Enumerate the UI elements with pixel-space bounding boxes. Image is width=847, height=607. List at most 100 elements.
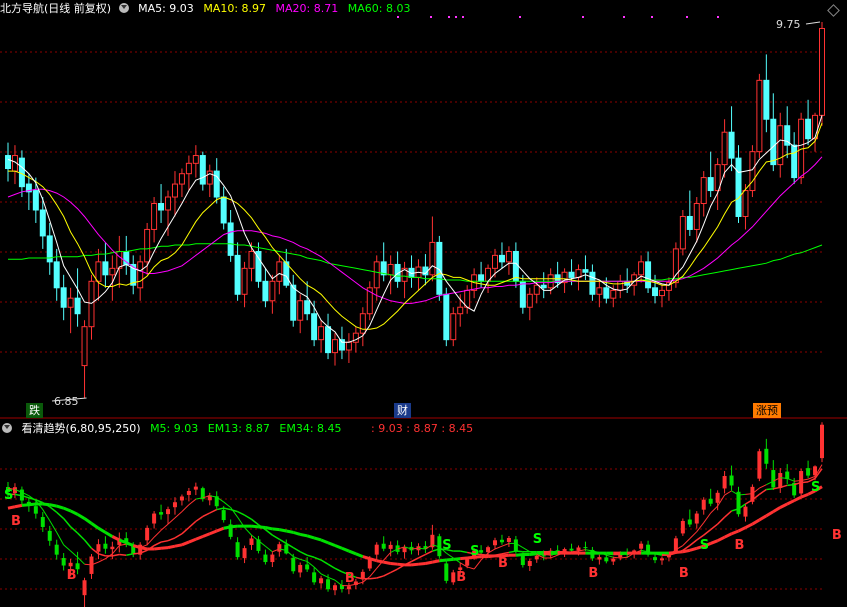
candle-up [206,170,213,185]
candle-down [39,209,46,237]
sub-candle-down [381,543,386,549]
candle-down [325,326,332,354]
em34-line [515,553,523,557]
em13-line [758,488,767,495]
buy-signal-1: B [67,568,77,583]
top-dot-3 [455,16,457,18]
sub-candle-down [40,517,45,527]
sub-candle-up [145,527,150,541]
sub-candle-down [604,557,609,562]
sub-candle-down [583,547,588,549]
price-chart[interactable] [0,0,847,419]
sub-candle-down [263,554,268,563]
em13-line [369,577,377,580]
em13-line [376,575,384,579]
candle-down [60,287,67,308]
m5-line [334,579,343,587]
buy-signal-8: B [832,528,842,543]
em13-line [390,568,398,574]
candle-up [429,241,436,276]
m5-line [620,556,628,559]
sub-candle-up [722,476,727,489]
sub-candle-up [820,424,824,459]
candle-up [617,280,624,291]
em34-line [21,503,30,507]
sub-candle-up [778,473,783,488]
sub-candle-up [242,548,247,559]
m5-line [738,493,746,496]
candle-up [505,250,512,263]
em34-line [216,526,225,533]
candle-up [276,261,283,282]
em13-line [620,553,628,556]
em34-line [689,546,698,552]
candle-up [67,297,74,308]
em34-line [487,554,496,559]
sub-candle-up [319,578,324,584]
em13-line [83,539,93,549]
ma10-line [8,122,823,330]
marker-rise-forecast[interactable]: 涨预 [753,403,781,418]
candle-down [498,254,505,263]
em34-line [111,535,120,542]
em34-line [139,546,148,551]
em34-line [334,544,343,550]
em13-line [230,508,238,513]
sub-candle-up [465,559,470,566]
em34-line [299,532,308,538]
sub-candle-down [103,543,108,549]
m5-line [787,477,795,482]
em34-line [723,532,733,539]
em34-line [348,549,357,556]
em13-line [766,488,774,491]
sell-signal-0: S [4,488,13,503]
em34-line [369,557,378,563]
ma-settings-icon[interactable] [118,3,129,13]
sub-candle-up [172,502,177,508]
candle-down [770,118,777,166]
sub-candle-down [513,539,518,551]
indicator-settings-icon[interactable] [2,423,12,433]
em13-line [264,529,273,536]
m5-line [84,563,92,566]
ma20-line [7,156,823,304]
em34-line [97,526,107,534]
em34-line [751,518,761,526]
em13-line [425,550,433,556]
buy-signal-7: B [735,538,745,553]
candle-up [345,341,352,351]
em34-line [76,513,86,520]
buy-signal-0: B [11,514,21,529]
candle-down [519,280,526,308]
candle-down [686,215,693,230]
em34-line [181,540,190,547]
em34-line [209,529,218,536]
sub-candle-up [506,537,511,542]
candle-down [220,196,227,224]
candle-down [707,177,714,192]
m5-line [494,545,503,550]
m5-line [689,531,698,539]
m5-line [606,554,614,558]
candle-up [457,306,464,315]
sub-candle-down [806,468,811,476]
candle-down [652,287,659,297]
m5-line [571,550,579,553]
marker-finance[interactable]: 财 [394,403,411,418]
em13-line [202,512,211,518]
em13-line [292,546,301,553]
em34-line [772,506,782,513]
candle-down [290,284,297,321]
sub-candle-down [33,506,38,514]
em34-line [251,524,259,529]
candle-down [478,274,485,282]
candle-down [791,144,798,179]
em13-line [515,550,523,553]
em13-line [49,506,58,513]
m5-line [794,480,802,482]
candle-up [756,79,763,153]
sub-candle-up [346,586,351,590]
em34-line [174,543,183,548]
trend-indicator-chart[interactable]: BB B BBB BBBSS SS SS [0,419,847,607]
marker-fall[interactable]: 跌 [26,403,43,418]
